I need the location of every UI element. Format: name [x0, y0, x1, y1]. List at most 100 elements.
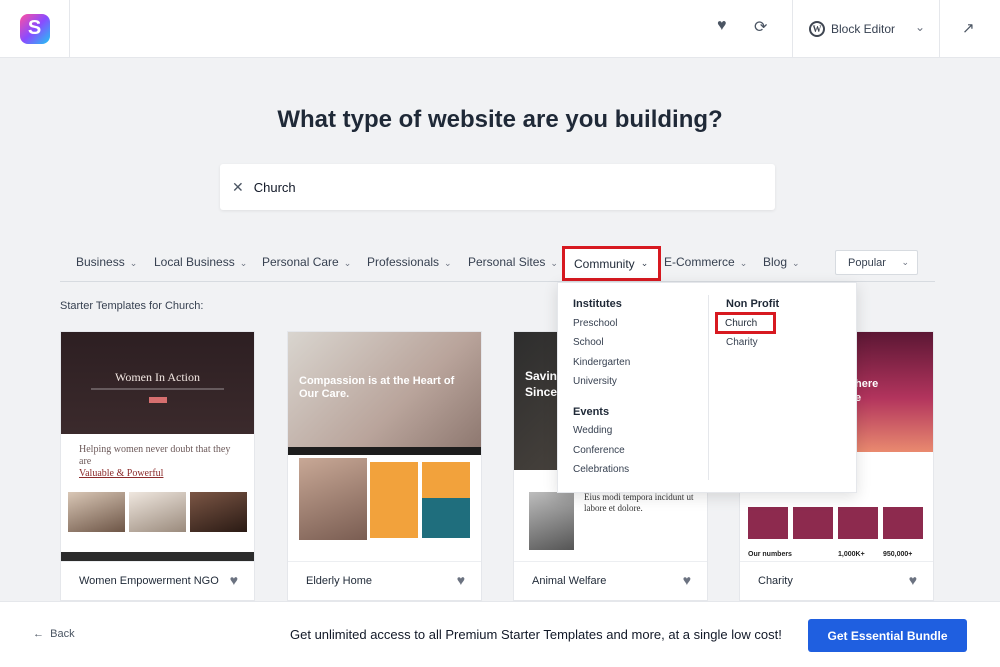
- category-professionals[interactable]: Professionals ⌄: [367, 255, 452, 269]
- back-label: Back: [50, 628, 75, 640]
- category-label: Personal Care: [262, 255, 339, 269]
- preview-tile: [793, 507, 833, 539]
- category-personal-sites[interactable]: Personal Sites ⌄: [468, 255, 558, 269]
- chevron-down-icon: ⌄: [343, 258, 352, 268]
- category-personal-care[interactable]: Personal Care ⌄: [262, 255, 351, 269]
- dropdown-item-university[interactable]: University: [573, 376, 617, 387]
- chevron-down-icon: ⌄: [914, 20, 925, 34]
- dropdown-item-conference[interactable]: Conference: [573, 445, 625, 456]
- category-blog[interactable]: Blog ⌄: [763, 255, 800, 269]
- sort-select[interactable]: Popular ⌄: [835, 250, 918, 275]
- category-label: Personal Sites: [468, 255, 546, 269]
- chevron-down-icon: ⌄: [444, 258, 452, 268]
- preview-tagline: Helping women never doubt that they are …: [79, 444, 244, 480]
- editor-label: Block Editor: [831, 21, 896, 36]
- promo-text: Get unlimited access to all Premium Star…: [290, 627, 782, 642]
- heart-icon[interactable]: ♥: [717, 17, 727, 35]
- chevron-down-icon: ⌄: [792, 258, 800, 268]
- dropdown-heading-non-profit: Non Profit: [726, 298, 780, 310]
- dropdown-item-celebrations[interactable]: Celebrations: [573, 464, 629, 475]
- category-business[interactable]: Business ⌄: [76, 255, 137, 269]
- template-card[interactable]: Compassion is at the Heart of Our Care. …: [287, 331, 482, 601]
- preview-text: Eius modi tempora incidunt ut labore et …: [584, 492, 694, 513]
- dropdown-heading-institutes: Institutes: [573, 298, 622, 310]
- category-label: Business: [76, 255, 125, 269]
- preview-image: [68, 492, 125, 532]
- search-input[interactable]: [253, 179, 734, 195]
- category-community[interactable]: Community ⌄: [562, 246, 661, 281]
- preview-number: 1,000K+: [838, 551, 865, 558]
- preview-tile: [883, 507, 923, 539]
- preview-tagline-b: Valuable & Powerful: [79, 468, 164, 479]
- category-label: Blog: [763, 255, 788, 269]
- get-bundle-button[interactable]: Get Essential Bundle: [808, 619, 967, 652]
- category-e-commerce[interactable]: E-Commerce ⌄: [664, 255, 747, 269]
- template-preview[interactable]: Compassion is at the Heart of Our Care.: [288, 332, 481, 561]
- chevron-down-icon: ⌄: [129, 258, 138, 268]
- card-title: Charity: [758, 575, 793, 587]
- card-title: Animal Welfare: [532, 575, 607, 587]
- editor-select[interactable]: W Block Editor ⌄: [792, 0, 940, 57]
- preview-hero-line: Savin: [525, 369, 558, 383]
- preview-image: [299, 458, 367, 540]
- wordpress-icon: W: [809, 20, 825, 37]
- dropdown-item-church[interactable]: Church: [715, 312, 776, 334]
- chevron-down-icon: ⌄: [640, 258, 649, 268]
- chevron-down-icon: ⌄: [739, 258, 748, 268]
- preview-text-line: [91, 388, 224, 390]
- page-title: What type of website are you building?: [277, 106, 723, 133]
- arrow-left-icon: ←: [33, 628, 51, 640]
- preview-hero-title: Women In Action: [114, 370, 201, 384]
- preview-hero-title: here e: [855, 377, 878, 405]
- dropdown-heading-events: Events: [573, 406, 610, 418]
- community-dropdown: Institutes Preschool School Kindergarten…: [557, 282, 857, 493]
- preview-footer: [61, 552, 254, 561]
- heart-icon[interactable]: ♥: [683, 572, 691, 588]
- logo-letter: S: [27, 17, 42, 39]
- category-label: Community: [574, 256, 635, 271]
- preview-tagline-a: Helping women never doubt that they are: [79, 444, 231, 467]
- template-preview[interactable]: Women In Action Helping women never doub…: [61, 332, 254, 561]
- preview-hero-title: Compassion is at the Heart of Our Care.: [299, 375, 455, 400]
- dropdown-item-preschool[interactable]: Preschool: [573, 318, 617, 329]
- top-bar: S ♥ ⟳ W Block Editor ⌄ ↗: [0, 0, 1000, 58]
- preview-image: [529, 492, 574, 550]
- preview-hero: Women In Action: [61, 332, 254, 434]
- search-box: ✕: [220, 164, 775, 210]
- card-footer: Charity ♥: [740, 561, 933, 601]
- preview-bar: [288, 447, 481, 455]
- preview-image: [190, 492, 247, 532]
- card-footer: Animal Welfare ♥: [514, 561, 707, 601]
- dropdown-item-kindergarten[interactable]: Kindergarten: [573, 357, 630, 368]
- dropdown-item-charity[interactable]: Charity: [726, 337, 758, 348]
- chevron-down-icon: ⌄: [550, 258, 558, 268]
- heart-icon[interactable]: ♥: [457, 572, 465, 588]
- preview-hero-line: Since: [525, 385, 558, 399]
- category-bar: Business ⌄ Local Business ⌄ Personal Care ⌄…: [60, 248, 935, 282]
- category-label: Professionals: [367, 255, 440, 269]
- dropdown-item-wedding[interactable]: Wedding: [573, 425, 612, 436]
- preview-tile: [748, 507, 788, 539]
- external-link-icon[interactable]: ↗: [962, 19, 975, 37]
- card-title: Women Empowerment NGO: [79, 575, 219, 587]
- preview-hero-line: here: [855, 378, 879, 390]
- preview-tile: [422, 498, 470, 538]
- preview-tile: [422, 462, 470, 502]
- sync-icon[interactable]: ⟳: [754, 17, 767, 37]
- back-button[interactable]: ← Back: [33, 628, 75, 640]
- heart-icon[interactable]: ♥: [909, 572, 917, 588]
- category-local-business[interactable]: Local Business ⌄: [154, 255, 247, 269]
- chevron-down-icon: ⌄: [239, 258, 248, 268]
- app-logo[interactable]: S: [19, 13, 50, 44]
- close-icon[interactable]: ✕: [232, 179, 244, 196]
- card-footer: Elderly Home ♥: [288, 561, 481, 601]
- dropdown-item-school[interactable]: School: [573, 337, 604, 348]
- preview-button: [149, 397, 167, 403]
- heart-icon[interactable]: ♥: [230, 572, 238, 588]
- preview-image: [129, 492, 186, 532]
- sort-label: Popular: [848, 256, 886, 269]
- preview-numbers-label: Our numbers: [748, 551, 792, 558]
- template-card[interactable]: Women In Action Helping women never doub…: [60, 331, 255, 601]
- preview-hero: Compassion is at the Heart of Our Care.: [288, 332, 481, 447]
- category-label: E-Commerce: [664, 255, 735, 269]
